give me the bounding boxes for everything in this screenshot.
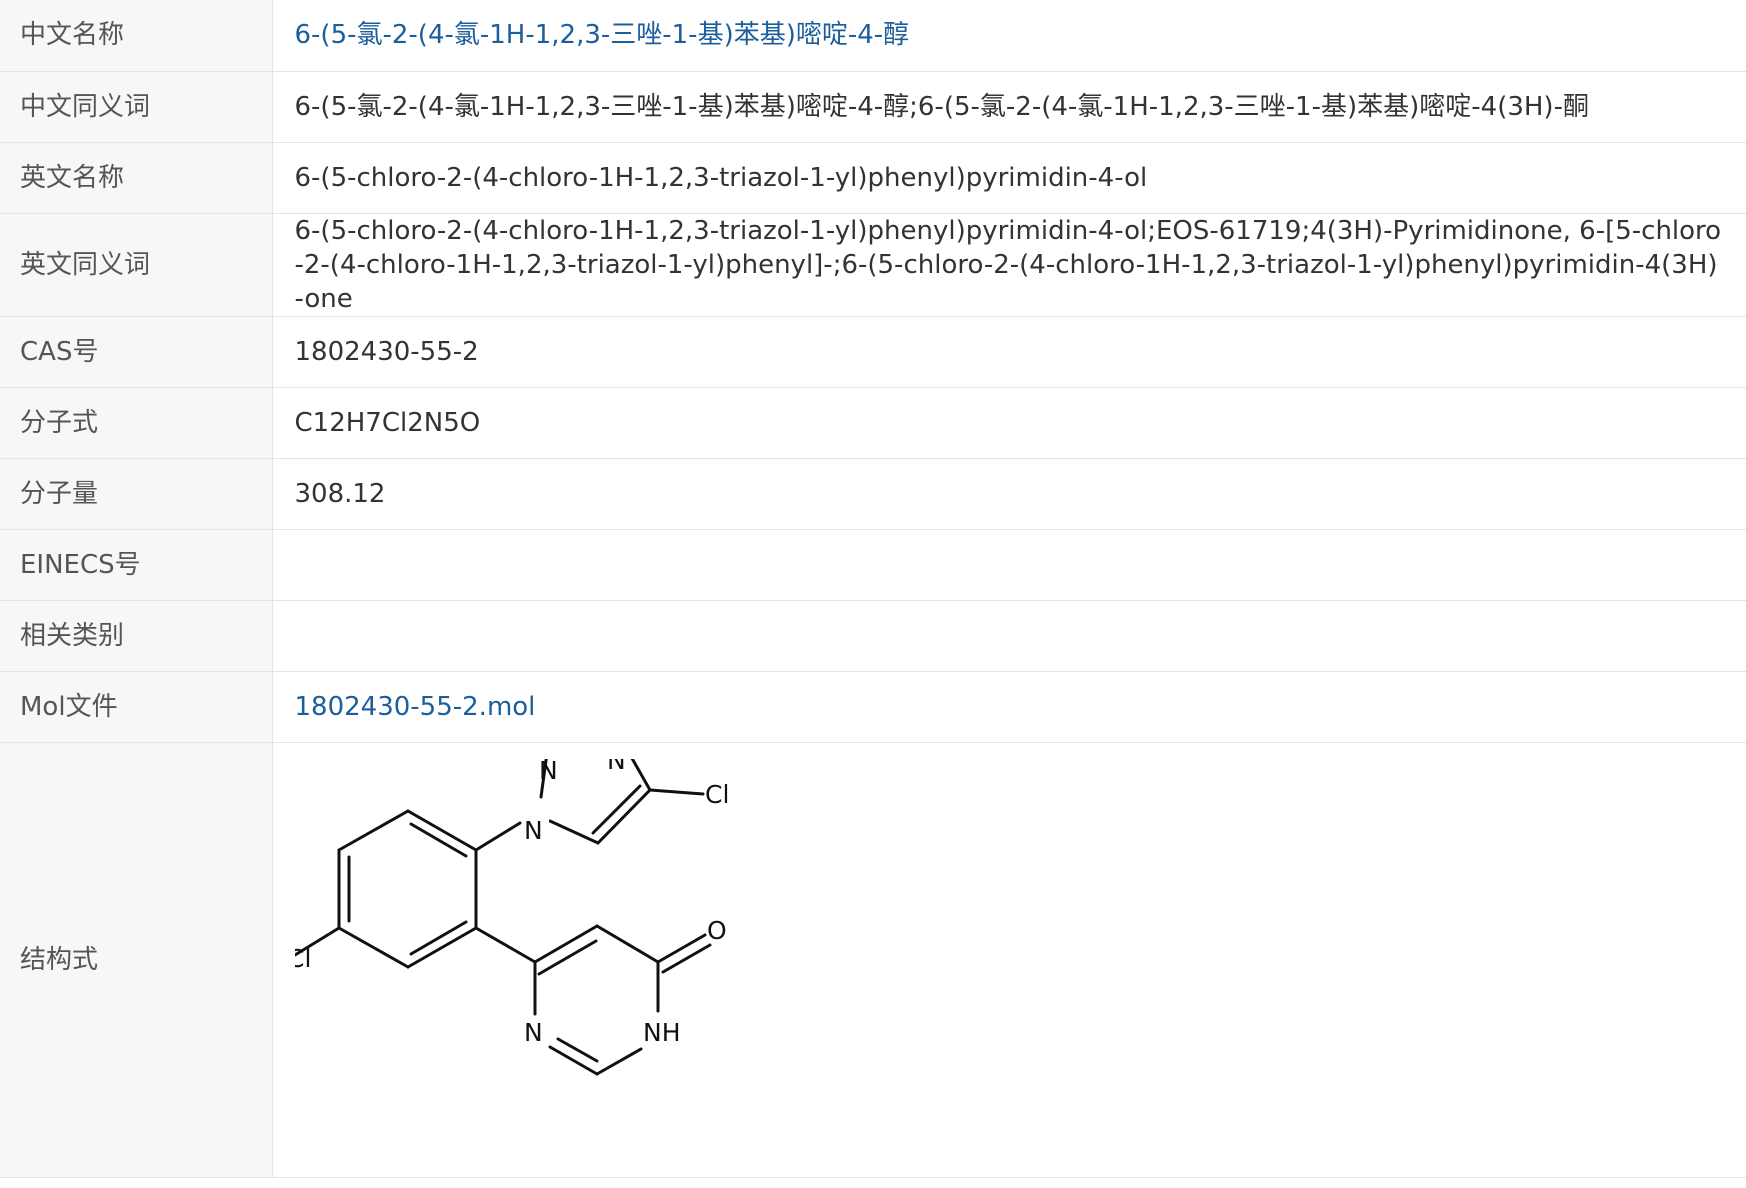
row-cas-number: CAS号 1802430-55-2 <box>0 316 1746 387</box>
row-molecular-weight: 分子量 308.12 <box>0 458 1746 529</box>
row-label: 英文同义词 <box>0 213 273 316</box>
row-value: 6-(5-chloro-2-(4-chloro-1H-1,2,3-triazol… <box>294 215 1722 314</box>
row-label: 相关类别 <box>0 600 273 671</box>
row-value: 1802430-55-2.mol <box>272 671 1746 742</box>
row-mol-file: Mol文件 1802430-55-2.mol <box>0 671 1746 742</box>
row-structure: 结构式 N N N Cl Cl O N NH <box>0 721 1746 1177</box>
row-value <box>272 529 1746 600</box>
row-value: 6-(5-氯-2-(4-氯-1H-1,2,3-三唑-1-基)苯基)嘧啶-4-醇 <box>272 0 1746 71</box>
properties-table: 中文名称 6-(5-氯-2-(4-氯-1H-1,2,3-三唑-1-基)苯基)嘧啶… <box>0 0 1746 1178</box>
row-value: 308.12 <box>294 478 386 509</box>
row-label: 结构式 <box>0 742 273 1177</box>
row-label: EINECS号 <box>0 529 273 600</box>
atom-label: Cl <box>295 944 311 973</box>
row-english-synonyms: 英文同义词 6-(5-chloro-2-(4-chloro-1H-1,2,3-t… <box>0 213 1746 316</box>
row-label: CAS号 <box>0 316 273 387</box>
structure-diagram: N N N Cl Cl O N NH <box>287 721 729 1075</box>
page: 中文名称 6-(5-氯-2-(4-氯-1H-1,2,3-三唑-1-基)苯基)嘧啶… <box>0 0 1746 1188</box>
mol-file-link[interactable]: 1802430-55-2.mol <box>295 692 536 722</box>
row-value: 6-(5-氯-2-(4-氯-1H-1,2,3-三唑-1-基)苯基)嘧啶-4-醇;… <box>294 91 1589 122</box>
row-value <box>272 600 1746 671</box>
row-chinese-synonyms: 中文同义词 6-(5-氯-2-(4-氯-1H-1,2,3-三唑-1-基)苯基)嘧… <box>0 71 1746 142</box>
row-label: 中文名称 <box>0 0 273 71</box>
row-value: 6-(5-chloro-2-(4-chloro-1H-1,2,3-triazol… <box>294 162 1148 193</box>
atom-label: N <box>524 816 543 845</box>
row-einecs: EINECS号 <box>0 529 1746 600</box>
row-label: Mol文件 <box>0 671 273 742</box>
atom-label: O <box>707 916 727 945</box>
row-related-category: 相关类别 <box>0 600 1746 671</box>
row-value: 1802430-55-2 <box>294 336 479 367</box>
row-value: N N N Cl Cl O N NH <box>272 721 1746 1177</box>
atom-label: NH <box>643 1018 681 1047</box>
atom-label: N <box>524 1018 543 1047</box>
row-label: 分子式 <box>0 387 273 458</box>
row-label: 分子量 <box>0 458 273 529</box>
row-value: C12H7Cl2N5O <box>294 407 481 438</box>
atom-label: N <box>539 759 558 785</box>
row-chinese-name: 中文名称 6-(5-氯-2-(4-氯-1H-1,2,3-三唑-1-基)苯基)嘧啶… <box>0 0 1746 71</box>
row-label: 英文名称 <box>0 142 273 213</box>
atom-label: N <box>607 759 626 775</box>
row-molecular-formula: 分子式 C12H7Cl2N5O <box>0 387 1746 458</box>
atom-label: Cl <box>705 780 729 809</box>
chinese-name-link[interactable]: 6-(5-氯-2-(4-氯-1H-1,2,3-三唑-1-基)苯基)嘧啶-4-醇 <box>295 20 910 50</box>
row-label: 中文同义词 <box>0 71 273 142</box>
row-english-name: 英文名称 6-(5-chloro-2-(4-chloro-1H-1,2,3-tr… <box>0 142 1746 213</box>
